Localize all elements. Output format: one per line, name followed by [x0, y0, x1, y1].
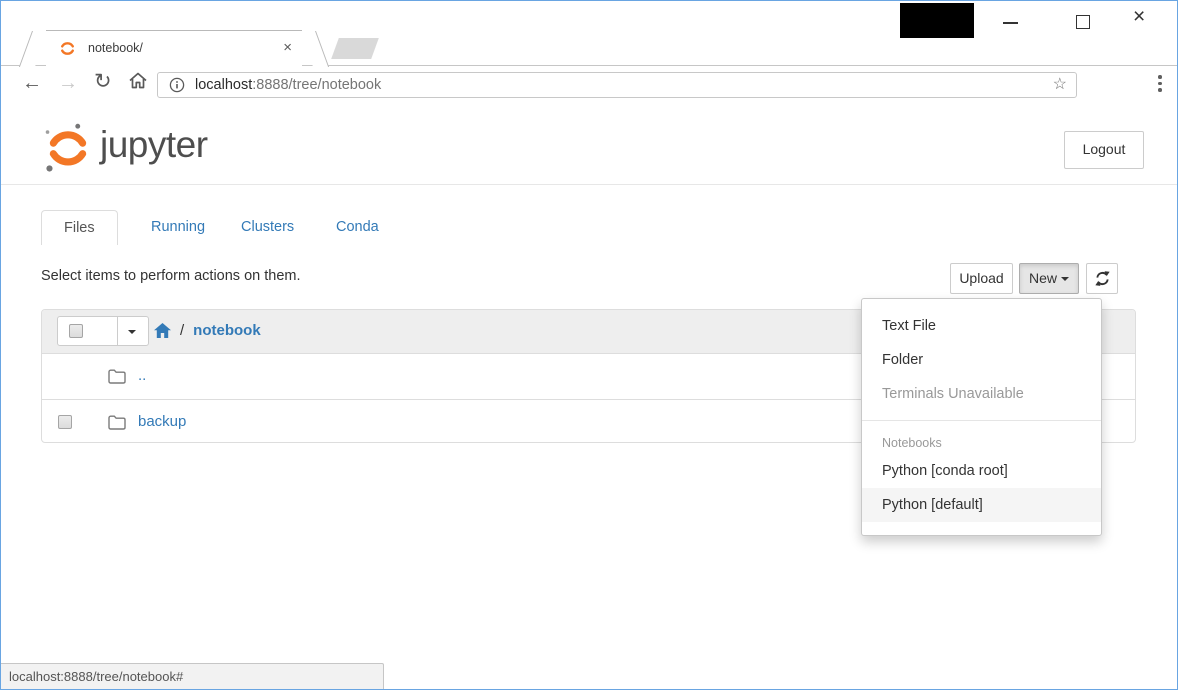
tab-close-icon[interactable]: ×	[283, 38, 292, 58]
browser-menu-icon[interactable]	[1158, 75, 1162, 95]
new-button[interactable]: New	[1019, 263, 1079, 294]
breadcrumb: / notebook	[154, 322, 261, 339]
select-hint-text: Select items to perform actions on them.	[41, 268, 301, 284]
window-close-button[interactable]: ×	[1133, 5, 1145, 29]
upload-button[interactable]: Upload	[950, 263, 1013, 294]
browser-tab[interactable]: notebook/ ×	[46, 30, 302, 67]
browser-window: × notebook/ × ← → ↻ localhost:8888/tree/…	[0, 0, 1178, 690]
file-link[interactable]: ..	[138, 367, 146, 384]
breadcrumb-current[interactable]: notebook	[193, 322, 261, 339]
url-text[interactable]: localhost:8888/tree/notebook	[195, 77, 381, 93]
breadcrumb-separator: /	[180, 322, 184, 339]
refresh-list-button[interactable]	[1086, 263, 1118, 294]
url-path: :8888/tree/notebook	[252, 77, 381, 93]
menu-divider	[862, 420, 1101, 421]
menu-header-notebooks: Notebooks	[862, 430, 1101, 454]
tab-conda[interactable]: Conda	[336, 219, 379, 235]
new-tab-button[interactable]	[331, 38, 379, 59]
home-icon[interactable]	[128, 71, 148, 90]
select-dropdown-caret-icon[interactable]	[128, 330, 136, 334]
menu-item-python-conda-root[interactable]: Python [conda root]	[862, 454, 1101, 488]
tab-running[interactable]: Running	[151, 219, 205, 235]
select-all-group[interactable]	[57, 316, 149, 346]
address-bar[interactable]: localhost:8888/tree/notebook ☆	[157, 72, 1077, 98]
info-icon[interactable]	[169, 77, 185, 93]
reload-icon[interactable]: ↻	[94, 71, 112, 93]
tab-clusters[interactable]: Clusters	[241, 219, 294, 235]
redaction-box	[900, 3, 974, 38]
caret-down-icon	[1061, 277, 1069, 281]
menu-item-terminals-unavailable: Terminals Unavailable	[862, 377, 1101, 411]
new-button-label: New	[1029, 270, 1057, 286]
refresh-icon	[1095, 271, 1110, 286]
menu-item-folder[interactable]: Folder	[862, 343, 1101, 377]
forward-icon: →	[58, 72, 78, 94]
file-link[interactable]: backup	[138, 413, 186, 430]
menu-item-python-default[interactable]: Python [default]	[862, 488, 1101, 522]
breadcrumb-home-icon[interactable]	[154, 323, 171, 338]
button-group-divider	[117, 317, 118, 345]
bookmark-star-icon[interactable]: ☆	[1053, 75, 1067, 95]
logout-button[interactable]: Logout	[1064, 131, 1144, 169]
folder-icon	[108, 369, 126, 384]
new-dropdown-menu: Text File Folder Terminals Unavailable N…	[861, 298, 1102, 536]
tab-title: notebook/	[88, 41, 143, 55]
url-host: localhost	[195, 77, 252, 93]
header-divider	[1, 184, 1177, 185]
maximize-button[interactable]	[1076, 15, 1090, 29]
row-checkbox[interactable]	[58, 415, 72, 429]
minimize-button[interactable]	[1003, 22, 1018, 24]
tab-files[interactable]: Files	[41, 210, 118, 245]
folder-icon	[108, 415, 126, 430]
jupyter-logo-icon	[41, 122, 95, 174]
back-icon[interactable]: ←	[22, 72, 42, 94]
menu-item-text-file[interactable]: Text File	[862, 309, 1101, 343]
jupyter-logotype[interactable]: jupyter	[100, 124, 208, 166]
status-bar: localhost:8888/tree/notebook#	[1, 663, 384, 689]
select-all-checkbox[interactable]	[69, 324, 83, 338]
jupyter-favicon-icon	[59, 40, 76, 57]
